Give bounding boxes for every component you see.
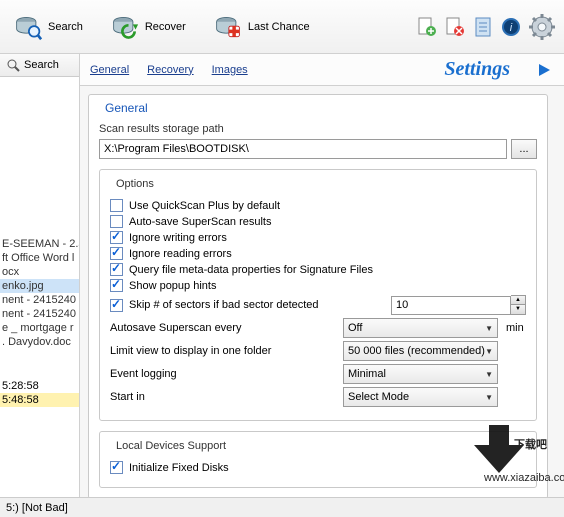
disk-search-icon [14, 13, 42, 41]
list-item[interactable]: . Davydov.doc [0, 335, 79, 349]
check-autosave[interactable] [110, 215, 123, 228]
list-item[interactable]: enko.jpg [0, 279, 79, 293]
time-list: 5:28:58 5:48:58 [0, 379, 79, 407]
toolbar-lastchance-label: Last Chance [248, 21, 310, 33]
path-input[interactable] [99, 139, 507, 159]
tab-images[interactable]: Images [212, 64, 248, 76]
general-legend: General [101, 101, 152, 115]
gear-icon[interactable] [528, 13, 556, 41]
options-group: Options Use QuickScan Plus by default Au… [99, 169, 537, 421]
spin-down[interactable]: ▼ [511, 305, 525, 314]
autosave-combo[interactable]: Off▼ [343, 318, 498, 338]
row-label: Start in [110, 391, 335, 403]
check-query-meta[interactable] [110, 263, 123, 276]
list-item[interactable]: nent - 2415240 [0, 307, 79, 321]
search-icon [6, 58, 20, 72]
settings-scroll[interactable]: General Scan results storage path ... Op… [80, 86, 564, 497]
row-label: Event logging [110, 368, 335, 380]
check-ignore-write[interactable] [110, 231, 123, 244]
tab-recovery[interactable]: Recovery [147, 64, 193, 76]
browse-button[interactable]: ... [511, 139, 537, 159]
limitview-combo[interactable]: 50 000 files (recommended)▼ [343, 341, 498, 361]
chevron-down-icon: ▼ [485, 393, 493, 402]
settings-tabs: General Recovery Images Settings [80, 54, 564, 86]
check-popup[interactable] [110, 279, 123, 292]
arrow-next-icon[interactable] [536, 61, 554, 79]
search-tab[interactable]: Search [0, 54, 79, 77]
toolbar-right: i [416, 13, 556, 41]
check-label: Query file meta-data properties for Sign… [129, 264, 373, 276]
check-ignore-read[interactable] [110, 247, 123, 260]
doc-remove-icon[interactable] [444, 16, 466, 38]
list-item[interactable]: E-SEEMAN - 2.a [0, 237, 79, 251]
check-label: Use QuickScan Plus by default [129, 200, 280, 212]
info-icon[interactable]: i [500, 16, 522, 38]
path-label: Scan results storage path [99, 123, 537, 135]
toolbar-search-button[interactable]: Search [8, 9, 89, 45]
toolbar-recover-label: Recover [145, 21, 186, 33]
check-label: Ignore writing errors [129, 232, 227, 244]
row-label: Limit view to display in one folder [110, 345, 335, 357]
options-legend: Options [112, 178, 158, 190]
main-panel: General Recovery Images Settings General… [80, 54, 564, 497]
disk-lastchance-icon [214, 13, 242, 41]
skip-sectors-input[interactable] [391, 296, 511, 315]
main-toolbar: Search Recover Last Chance i [0, 0, 564, 54]
status-bar: 5:) [Not Bad] [0, 497, 564, 517]
disk-recover-icon [111, 13, 139, 41]
toolbar-search-label: Search [48, 21, 83, 33]
chevron-down-icon: ▼ [485, 370, 493, 379]
check-label: Auto-save SuperScan results [129, 216, 271, 228]
check-init-fixed[interactable] [110, 461, 123, 474]
page-title: Settings [444, 58, 510, 81]
list-item[interactable]: 5:28:58 [0, 379, 79, 393]
toolbar-lastchance-button[interactable]: Last Chance [208, 9, 316, 45]
list-item[interactable]: e _ mortgage r [0, 321, 79, 335]
suffix-label: min [506, 322, 526, 334]
lds-group: Local Devices Support Initialize Fixed D… [99, 431, 537, 488]
search-tab-label: Search [24, 59, 59, 71]
row-label: Autosave Superscan every [110, 322, 335, 334]
check-label: Show popup hints [129, 280, 216, 292]
lds-legend: Local Devices Support [112, 440, 230, 452]
check-skip-sectors[interactable] [110, 299, 123, 312]
left-pane: Search E-SEEMAN - 2.a ft Office Word l o… [0, 54, 80, 497]
eventlog-combo[interactable]: Minimal▼ [343, 364, 498, 384]
check-label: Initialize Fixed Disks [129, 462, 229, 474]
check-quickscan[interactable] [110, 199, 123, 212]
list-item[interactable]: 5:48:58 [0, 393, 79, 407]
toolbar-recover-button[interactable]: Recover [105, 9, 192, 45]
tab-general[interactable]: General [90, 64, 129, 76]
chevron-down-icon: ▼ [485, 324, 493, 333]
startin-combo[interactable]: Select Mode▼ [343, 387, 498, 407]
check-label: Skip # of sectors if bad sector detected [129, 299, 319, 311]
check-label: Ignore reading errors [129, 248, 232, 260]
chevron-down-icon: ▼ [485, 347, 493, 356]
general-fieldset: General Scan results storage path ... Op… [88, 94, 548, 497]
list-item[interactable]: ft Office Word l [0, 251, 79, 265]
doc-add-icon[interactable] [416, 16, 438, 38]
list-item[interactable]: ocx [0, 265, 79, 279]
list-item[interactable]: nent - 2415240 [0, 293, 79, 307]
doc-icon[interactable] [472, 16, 494, 38]
file-list: E-SEEMAN - 2.a ft Office Word l ocx enko… [0, 77, 79, 349]
spin-up[interactable]: ▲ [511, 296, 525, 305]
